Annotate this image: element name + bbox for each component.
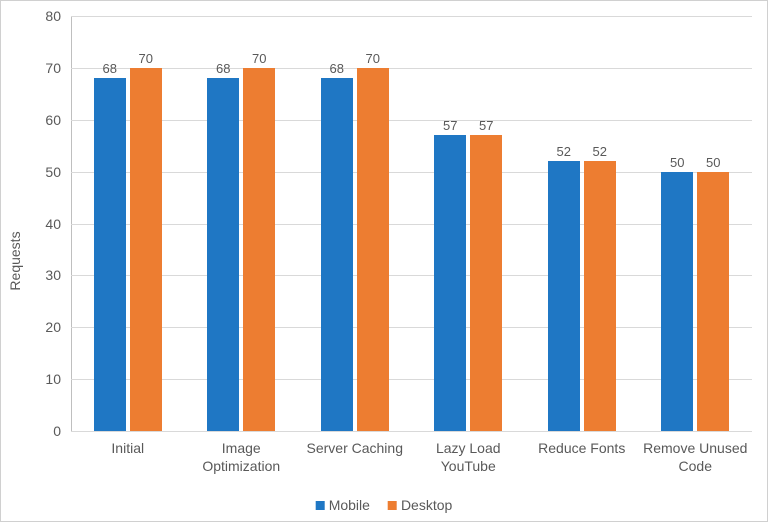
- y-tick-label: 0: [53, 424, 71, 438]
- data-label: 70: [252, 52, 266, 65]
- bar-desktop: [584, 161, 616, 431]
- legend-item-desktop: Desktop: [388, 497, 452, 513]
- chart-container: Requests 0 10 20 30 40 50 60 70 80 68 70 68 70 68 70 5…: [0, 0, 768, 522]
- bar-group: 50 50: [639, 16, 753, 431]
- y-tick-label: 20: [45, 320, 71, 334]
- data-label: 70: [139, 52, 153, 65]
- bar-desktop: [470, 135, 502, 431]
- x-tick-label: Initial: [71, 433, 185, 475]
- y-tick-label: 60: [45, 113, 71, 127]
- data-label: 57: [443, 119, 457, 132]
- bar-desktop: [357, 68, 389, 431]
- bar-group: 68 70: [298, 16, 412, 431]
- bar-group: 52 52: [525, 16, 639, 431]
- bar-groups: 68 70 68 70 68 70 57 57 52 52 50 50: [71, 16, 752, 431]
- bar-desktop: [130, 68, 162, 431]
- legend-swatch-desktop: [388, 501, 397, 510]
- bar-wrap: 57: [470, 16, 502, 431]
- data-label: 50: [670, 156, 684, 169]
- bar-group: 68 70: [71, 16, 185, 431]
- legend-label-mobile: Mobile: [329, 497, 370, 513]
- y-tick-label: 10: [45, 372, 71, 386]
- bar-wrap: 68: [207, 16, 239, 431]
- bar-mobile: [548, 161, 580, 431]
- data-label: 68: [330, 62, 344, 75]
- bar-wrap: 68: [321, 16, 353, 431]
- bar-wrap: 50: [697, 16, 729, 431]
- data-label: 50: [706, 156, 720, 169]
- data-label: 68: [216, 62, 230, 75]
- x-axis-labels: InitialImage OptimizationServer CachingL…: [71, 433, 752, 475]
- y-tick-label: 30: [45, 268, 71, 282]
- data-label: 68: [103, 62, 117, 75]
- legend-item-mobile: Mobile: [316, 497, 370, 513]
- data-label: 52: [593, 145, 607, 158]
- data-label: 70: [366, 52, 380, 65]
- legend-swatch-mobile: [316, 501, 325, 510]
- data-label: 52: [557, 145, 571, 158]
- bar-wrap: 52: [584, 16, 616, 431]
- y-tick-label: 80: [45, 9, 71, 23]
- y-tick-label: 50: [45, 165, 71, 179]
- legend-label-desktop: Desktop: [401, 497, 452, 513]
- y-tick-label: 70: [45, 61, 71, 75]
- bar-mobile: [321, 78, 353, 431]
- bar-mobile: [434, 135, 466, 431]
- bar-mobile: [661, 172, 693, 431]
- bar-wrap: 70: [243, 16, 275, 431]
- y-axis-label: Requests: [7, 231, 23, 290]
- bar-wrap: 57: [434, 16, 466, 431]
- bar-wrap: 52: [548, 16, 580, 431]
- bar-mobile: [94, 78, 126, 431]
- bar-group: 68 70: [185, 16, 299, 431]
- bar-wrap: 70: [357, 16, 389, 431]
- plot-area: 01020304050607080 6870687068705757525250…: [71, 16, 752, 431]
- bar-wrap: 70: [130, 16, 162, 431]
- x-tick-label: Remove Unused Code: [639, 433, 753, 475]
- bar-wrap: 68: [94, 16, 126, 431]
- data-label: 57: [479, 119, 493, 132]
- bar-group: 57 57: [412, 16, 526, 431]
- x-tick-label: Image Optimization: [185, 433, 299, 475]
- x-tick-label: Reduce Fonts: [525, 433, 639, 475]
- bar-desktop: [243, 68, 275, 431]
- y-tick-label: 40: [45, 217, 71, 231]
- gridline: [71, 431, 752, 432]
- x-tick-label: Server Caching: [298, 433, 412, 475]
- bar-mobile: [207, 78, 239, 431]
- bar-desktop: [697, 172, 729, 431]
- x-tick-label: Lazy Load YouTube: [412, 433, 526, 475]
- bar-wrap: 50: [661, 16, 693, 431]
- legend: Mobile Desktop: [316, 497, 453, 513]
